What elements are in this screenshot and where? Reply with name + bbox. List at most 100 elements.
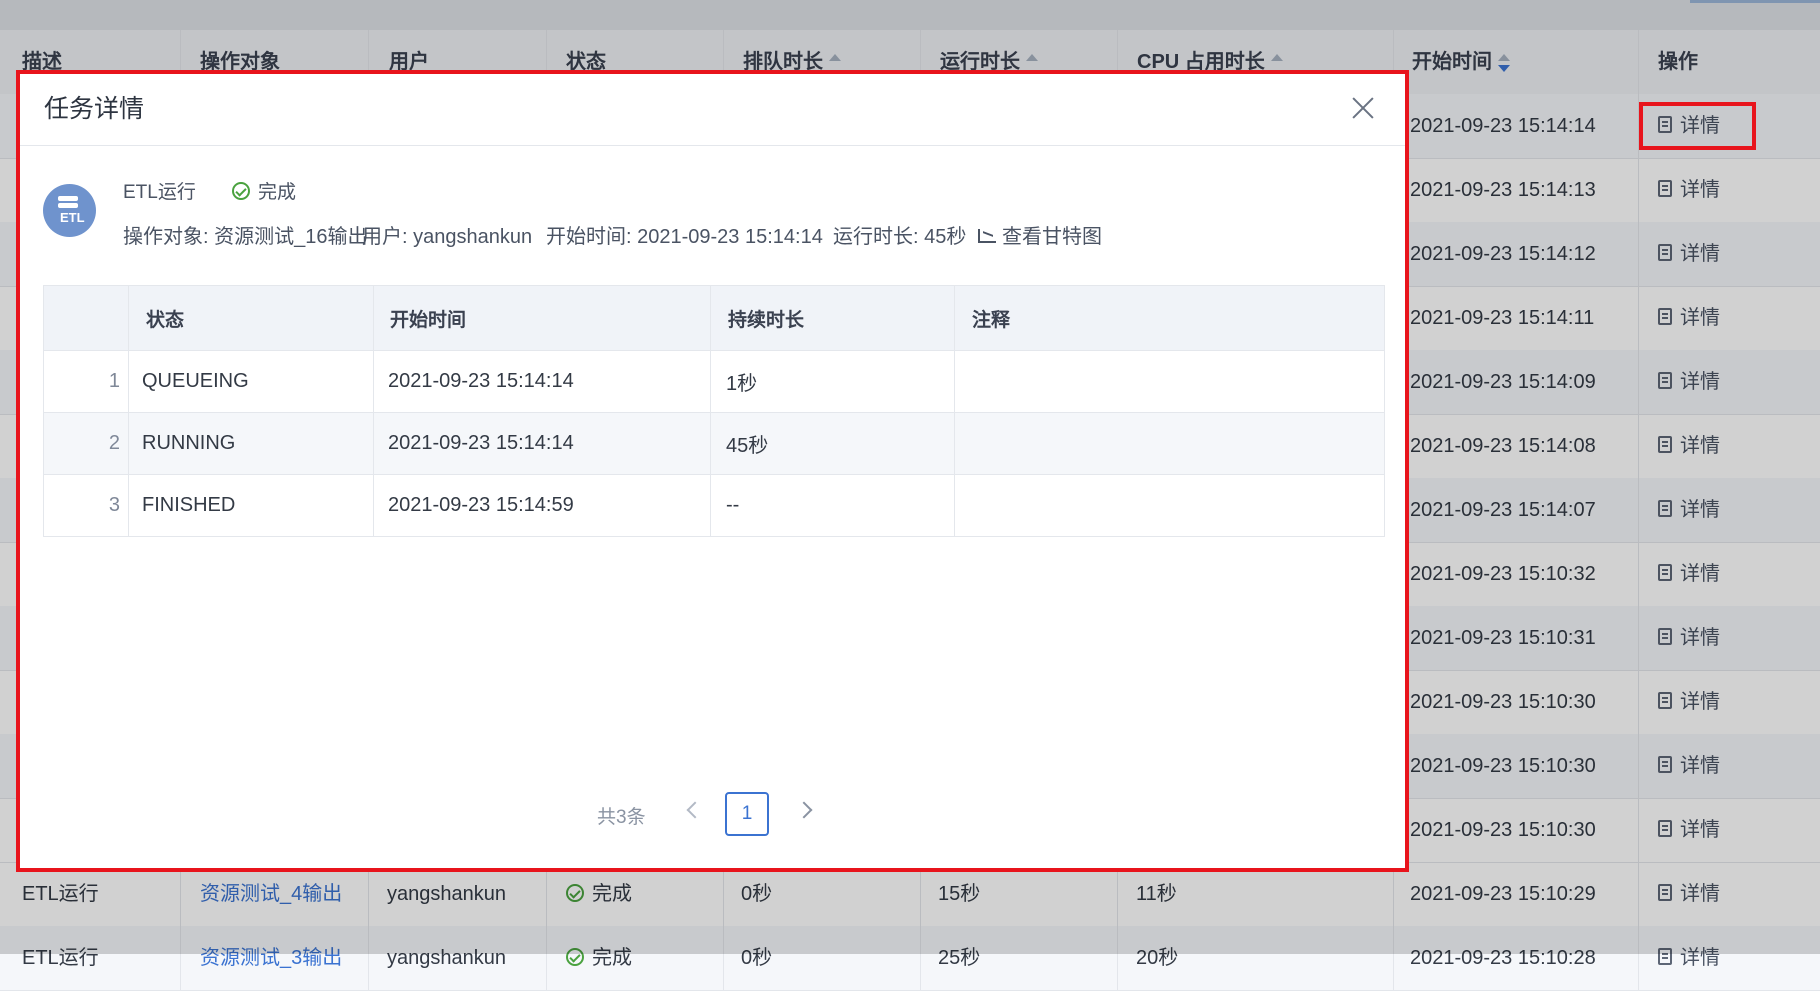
sort-icon[interactable]	[1498, 53, 1510, 73]
table-row: 2 RUNNING 2021-09-23 15:14:14 45秒	[44, 413, 1384, 475]
row-start-time: 2021-09-23 15:14:13	[1410, 179, 1596, 201]
row-duration: 45秒	[726, 435, 769, 457]
row-detail-label: 详情	[1680, 179, 1720, 201]
etl-task-icon-label: ETL	[60, 210, 85, 225]
check-circle-icon	[566, 883, 584, 902]
task-target: 操作对象: 资源测试_16输出	[123, 226, 368, 248]
row-index: 2	[108, 432, 120, 454]
row-index: 1	[108, 370, 120, 392]
document-icon	[1658, 372, 1672, 390]
row-detail-button[interactable]: 详情	[1658, 286, 1720, 350]
row-start: 2021-09-23 15:14:59	[388, 494, 574, 516]
row-detail-label: 详情	[1680, 243, 1720, 265]
col-action-header: 操作	[1658, 51, 1698, 73]
row-detail-button[interactable]: 详情	[1658, 862, 1720, 926]
pagination-page-current[interactable]: 1	[725, 792, 769, 836]
document-icon	[1658, 244, 1672, 262]
document-icon	[1658, 436, 1672, 454]
row-detail-button[interactable]: 详情	[1658, 542, 1720, 606]
row-detail-label: 详情	[1680, 819, 1720, 841]
task-status: 完成	[232, 177, 296, 204]
row-start-time: 2021-09-23 15:10:30	[1410, 755, 1596, 777]
document-icon	[1658, 628, 1672, 646]
table-row: 3 FINISHED 2021-09-23 15:14:59 --	[44, 475, 1384, 536]
row-status-label: 完成	[592, 947, 632, 969]
document-icon	[1658, 692, 1672, 710]
row-cpu-time: 20秒	[1136, 947, 1179, 969]
check-circle-icon	[232, 181, 250, 200]
row-detail-label: 详情	[1680, 691, 1720, 713]
row-detail-button[interactable]: 详情	[1658, 606, 1720, 670]
row-start-time: 2021-09-23 15:10:32	[1410, 563, 1596, 585]
row-run-time: 25秒	[938, 947, 981, 969]
row-start-time: 2021-09-23 15:10:31	[1410, 627, 1596, 649]
pagination-total: 共3条	[597, 807, 646, 828]
modal-title: 任务详情	[44, 95, 145, 123]
state-history-table: 状态 开始时间 持续时长 注释 1 QUEUEING 2021-09-23 15…	[43, 285, 1385, 537]
chevron-left-icon[interactable]	[686, 801, 704, 819]
row-detail-label: 详情	[1680, 755, 1720, 777]
row-target-link[interactable]: 资源测试_3输出	[200, 926, 342, 990]
document-icon	[1658, 308, 1672, 326]
row-detail-button[interactable]: 详情	[1658, 798, 1720, 862]
row-detail-label: 详情	[1680, 499, 1720, 521]
row-detail-button[interactable]: 详情	[1658, 478, 1720, 542]
table-row: ETL运行 资源测试_3输出 yangshankun 完成 0秒 25秒 20秒…	[0, 926, 1820, 991]
etl-task-icon: ETL	[43, 184, 96, 237]
task-user: 用户: yangshankun	[362, 226, 533, 248]
check-circle-icon	[566, 947, 584, 966]
row-start-time: 2021-09-23 15:14:09	[1410, 371, 1596, 393]
row-detail-label: 详情	[1680, 563, 1720, 585]
row-detail-button[interactable]: 详情	[1658, 222, 1720, 286]
row-detail-label: 详情	[1680, 627, 1720, 649]
task-duration: 运行时长: 45秒	[833, 226, 967, 248]
row-detail-button[interactable]: 详情	[1658, 670, 1720, 734]
row-detail-label: 详情	[1680, 947, 1720, 969]
row-queue-time: 0秒	[741, 947, 773, 969]
row-duration: --	[726, 494, 740, 516]
table-row: 1 QUEUEING 2021-09-23 15:14:14 1秒	[44, 351, 1384, 413]
row-detail-label: 详情	[1680, 307, 1720, 329]
col-note-header: 注释	[972, 309, 1011, 331]
col-state-header: 状态	[146, 309, 185, 331]
view-gantt-button[interactable]: 查看甘特图	[978, 220, 1102, 249]
document-icon	[1658, 756, 1672, 774]
row-detail-button[interactable]: 详情	[1658, 414, 1720, 478]
task-status-label: 完成	[258, 182, 297, 203]
row-start: 2021-09-23 15:14:14	[388, 432, 574, 454]
close-icon[interactable]	[1349, 94, 1377, 122]
row-start: 2021-09-23 15:14:14	[388, 370, 574, 392]
gantt-chart-icon	[978, 228, 996, 243]
modal-header: 任务详情	[20, 74, 1405, 146]
row-start-time: 2021-09-23 15:14:14	[1410, 115, 1596, 137]
task-start-time: 开始时间: 2021-09-23 15:14:14	[546, 226, 823, 248]
state-table-header: 状态 开始时间 持续时长 注释	[44, 286, 1384, 351]
row-duration: 1秒	[726, 373, 758, 395]
row-detail-label: 详情	[1680, 435, 1720, 457]
row-start-time: 2021-09-23 15:10:30	[1410, 691, 1596, 713]
document-icon	[1658, 948, 1672, 966]
col-duration-header: 持续时长	[728, 309, 805, 331]
row-start-time: 2021-09-23 15:14:07	[1410, 499, 1596, 521]
chevron-right-icon[interactable]	[795, 801, 813, 819]
row-detail-button[interactable]: 详情	[1658, 158, 1720, 222]
row-state: RUNNING	[142, 432, 236, 454]
row-user: yangshankun	[387, 947, 506, 969]
row-detail-label: 详情	[1680, 371, 1720, 393]
col-start-header[interactable]: 开始时间	[1412, 30, 1510, 94]
row-start-time: 2021-09-23 15:10:28	[1410, 947, 1596, 969]
row-detail-button[interactable]: 详情	[1658, 734, 1720, 798]
task-name: ETL运行	[123, 182, 196, 203]
row-start-time: 2021-09-23 15:14:11	[1410, 307, 1595, 329]
row-start-time: 2021-09-23 15:10:29	[1410, 883, 1596, 905]
row-state: QUEUEING	[142, 370, 249, 392]
row-detail-button[interactable]: 详情	[1658, 350, 1720, 414]
document-icon	[1658, 564, 1672, 582]
row-detail-button[interactable]: 详情	[1658, 926, 1720, 990]
view-gantt-label: 查看甘特图	[1002, 226, 1102, 248]
pagination: 共3条 1	[20, 792, 1405, 838]
row-status: 完成	[566, 926, 632, 990]
document-icon	[1658, 180, 1672, 198]
highlight-box	[1639, 102, 1756, 150]
row-description: ETL运行	[22, 947, 99, 969]
